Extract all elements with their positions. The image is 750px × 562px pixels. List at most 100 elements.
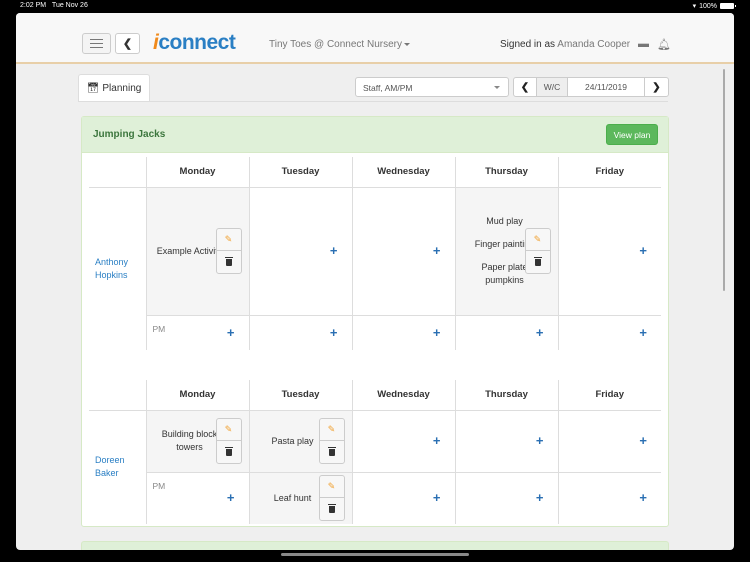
room-panel: Jumping Jacks View plan Monday Tuesday Wed… [81, 116, 669, 527]
add-activity-icon[interactable]: + [536, 434, 544, 447]
day-header: Thursday [454, 380, 558, 411]
add-activity-icon[interactable]: + [227, 326, 235, 339]
empty-slot: + [557, 186, 661, 315]
delete-activity-button[interactable] [320, 441, 344, 463]
next-week-button[interactable]: ❯ [645, 78, 668, 96]
empty-slot: + [248, 314, 352, 350]
empty-slot: + [557, 409, 661, 472]
wifi-icon: ▾ [692, 3, 697, 10]
week-commencing-label: W/C [537, 78, 568, 96]
view-plan-button[interactable]: View plan [606, 124, 658, 145]
pm-row: PM + Leaf hunt ✎ + + + [89, 471, 661, 524]
org-dropdown[interactable]: Tiny Toes @ Connect Nursery [269, 39, 410, 50]
pencil-icon: ✎ [224, 234, 233, 244]
add-activity-icon[interactable]: + [639, 326, 647, 339]
add-activity-icon[interactable]: + [639, 491, 647, 504]
pencil-icon: ✎ [327, 481, 336, 492]
empty-slot: + [557, 314, 661, 350]
staff-plan-table: Monday Tuesday Wednesday Thursday Friday Anth… [89, 157, 661, 350]
battery-percent: 100% [699, 2, 717, 10]
add-activity-icon[interactable]: + [330, 326, 338, 339]
activity-slot: Building block towers ✎ [145, 409, 249, 472]
empty-slot: + [454, 409, 558, 472]
edit-activity-button[interactable]: ✎ [216, 419, 241, 441]
week-selector: ❮ W/C 24/11/2019 ❯ [513, 77, 669, 97]
add-activity-icon[interactable]: + [433, 244, 441, 257]
add-activity-icon[interactable]: + [536, 326, 544, 339]
menu-button[interactable] [82, 33, 111, 54]
am-row: Doreen Baker Building block towers ✎ Pasta p… [89, 409, 661, 524]
activity-actions: ✎ [215, 418, 242, 464]
day-header-row: Monday Tuesday Wednesday Thursday Friday [89, 157, 661, 188]
add-activity-icon[interactable]: + [433, 491, 441, 504]
day-header: Friday [557, 157, 661, 188]
calendar-icon: 📅︎ [86, 83, 100, 94]
caret-down-icon [494, 86, 500, 89]
activity-actions: ✎ [524, 228, 551, 274]
trash-icon [327, 446, 336, 456]
room-title: Jumping Jacks [93, 129, 166, 140]
add-activity-icon[interactable]: + [536, 491, 544, 504]
activity-slot: Pasta play ✎ [248, 409, 352, 472]
comment-icon[interactable]: ▬ [638, 38, 649, 50]
home-indicator[interactable] [281, 553, 469, 556]
pm-label: PM [152, 323, 166, 334]
add-activity-icon[interactable]: + [639, 434, 647, 447]
delete-activity-button[interactable] [217, 251, 241, 273]
activity-actions: ✎ [215, 228, 242, 274]
delete-activity-button[interactable] [526, 251, 550, 273]
activity-slot: Leaf hunt ✎ [248, 471, 352, 524]
hamburger-icon [90, 39, 103, 48]
battery-icon [720, 3, 736, 9]
edit-activity-button[interactable]: ✎ [216, 229, 241, 251]
edit-activity-button[interactable]: ✎ [319, 419, 344, 441]
week-date-input[interactable]: 24/11/2019 [568, 78, 645, 96]
activity-actions: ✎ [318, 475, 345, 522]
edit-activity-button[interactable]: ✎ [525, 229, 550, 251]
trash-icon [224, 446, 233, 456]
am-row: Anthony Hopkins Example Activity ✎ + + Mud pla… [89, 186, 661, 350]
user-link[interactable]: Amanda Cooper [557, 39, 630, 50]
add-activity-icon[interactable]: + [330, 244, 338, 257]
empty-slot: + [557, 471, 661, 524]
empty-slot: + [248, 186, 352, 315]
day-header: Friday [557, 380, 661, 411]
empty-slot: + [454, 314, 558, 350]
staff-view-select[interactable]: Staff, AM/PM [355, 77, 509, 97]
empty-slot: + [454, 471, 558, 524]
empty-slot: PM + [145, 314, 249, 350]
day-header: Monday [145, 157, 249, 188]
empty-slot: + [351, 314, 455, 350]
activity-actions: ✎ [318, 418, 345, 464]
add-activity-icon[interactable]: + [639, 244, 647, 257]
scrollbar[interactable] [723, 69, 725, 291]
pm-row: PM + + + + + [89, 314, 661, 350]
previous-week-button[interactable]: ❮ [514, 78, 537, 96]
delete-activity-button[interactable] [217, 441, 241, 463]
staff-name-link[interactable]: Anthony Hopkins [89, 186, 146, 350]
delete-activity-button[interactable] [320, 498, 344, 520]
iconnect-logo: iconnect [153, 31, 236, 54]
bell-icon[interactable]: 🔔︎ [657, 38, 671, 51]
day-header: Tuesday [248, 157, 352, 188]
pm-label: PM [152, 480, 166, 491]
blank-header [89, 380, 146, 411]
empty-slot: PM + [145, 471, 249, 524]
room-panel-header: Jumping Jacks View plan [82, 117, 668, 153]
activity-slot: Mud play Finger painting Paper plate pumpk… [454, 186, 558, 315]
edit-activity-button[interactable]: ✎ [319, 476, 344, 499]
back-button[interactable]: ❮ [115, 33, 140, 54]
signed-in-text: Signed in as Amanda Cooper [500, 39, 631, 50]
pencil-icon: ✎ [533, 234, 542, 244]
ios-status-bar: 2:02 PM Tue Nov 26 ▾ 100% [0, 0, 750, 13]
empty-slot: + [351, 409, 455, 472]
add-activity-icon[interactable]: + [227, 491, 235, 504]
add-activity-icon[interactable]: + [433, 326, 441, 339]
activity-name: Leaf hunt [273, 492, 312, 503]
next-room-panel-header [81, 541, 669, 550]
staff-name-link[interactable]: Doreen Baker [89, 409, 146, 524]
empty-slot: + [351, 186, 455, 315]
add-activity-icon[interactable]: + [433, 434, 441, 447]
tab-planning[interactable]: 📅︎ Planning [78, 74, 150, 102]
staff-plan-table: Monday Tuesday Wednesday Thursday Friday Dore… [89, 380, 661, 524]
